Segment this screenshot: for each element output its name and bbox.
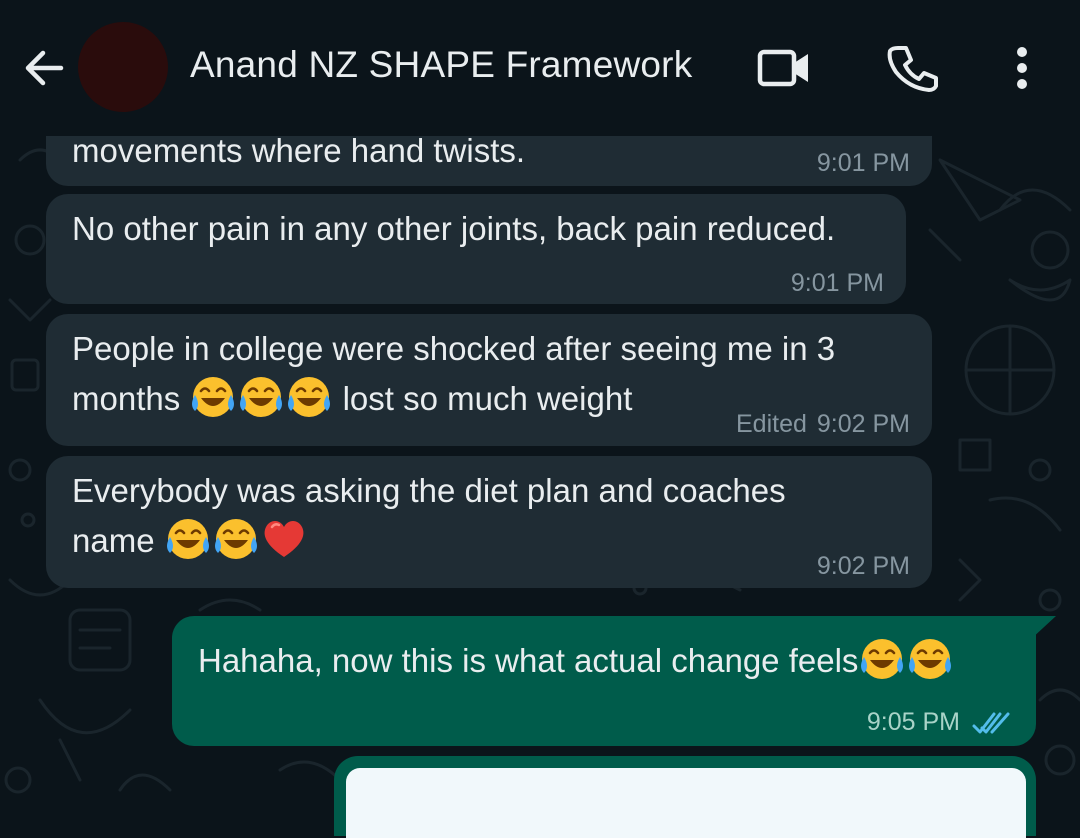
phone-icon: [887, 46, 938, 92]
message-time: 9:05 PM: [866, 708, 960, 736]
arrow-left-icon: [25, 50, 64, 86]
message-meta: 9:01 PM: [791, 269, 884, 298]
voice-call-button[interactable]: [880, 38, 944, 98]
video-call-button[interactable]: [752, 38, 816, 98]
laughing-tears-emoji-icon: [166, 519, 209, 560]
message-meta: 9:02 PM: [817, 552, 910, 581]
edited-label: Edited: [736, 410, 807, 438]
laughing-tears-emoji-icon: [214, 519, 257, 560]
read-receipt-double-check-icon: [972, 712, 1010, 733]
laughing-tears-emoji-icon: [288, 377, 331, 418]
chat-title[interactable]: Anand NZ SHAPE Framework: [190, 44, 692, 86]
media-preview[interactable]: [346, 768, 1026, 838]
message-text-line: Hahaha, now this is what actual change f…: [198, 636, 954, 686]
message-bubble-incoming[interactable]: No other pain in any other joints, back …: [46, 194, 906, 304]
message-meta: 9:05 PM: [867, 708, 1014, 737]
more-options-button[interactable]: [990, 38, 1054, 98]
red-heart-emoji-icon: [264, 521, 304, 558]
message-text-fragment: name: [72, 522, 155, 559]
laughing-tears-emoji-icon: [909, 639, 952, 680]
more-vertical-icon: [1017, 47, 1027, 89]
message-text-fragment: Hahaha, now this is what actual change f…: [198, 642, 859, 679]
chat-header: Anand NZ SHAPE Framework: [0, 0, 1080, 136]
message-text-line: People in college were shocked after see…: [72, 330, 836, 367]
message-meta: Edited 9:02 PM: [736, 410, 910, 439]
laughing-tears-emoji-icon: [240, 377, 283, 418]
avatar[interactable]: [78, 22, 168, 112]
laughing-tears-emoji-icon: [861, 639, 904, 680]
message-time: 9:02 PM: [816, 410, 910, 438]
message-bubble-incoming[interactable]: People in college were shocked after see…: [46, 314, 932, 446]
message-text-line: name: [72, 516, 308, 566]
back-button[interactable]: [16, 40, 72, 96]
message-bubble-incoming[interactable]: Everybody was asking the diet plan and c…: [46, 456, 932, 588]
message-text-fragment: lost so much weight: [342, 380, 633, 417]
laughing-tears-emoji-icon: [192, 377, 235, 418]
message-time: 9:01 PM: [790, 269, 884, 297]
message-time: 9:01 PM: [816, 149, 910, 177]
message-meta: 9:01 PM: [817, 149, 910, 178]
message-text-line: months lost so much weight: [72, 374, 632, 424]
video-camera-icon: [757, 49, 808, 87]
message-time: 9:02 PM: [816, 552, 910, 580]
message-text-fragment: months: [72, 380, 181, 417]
message-text: No other pain in any other joints, back …: [72, 210, 836, 247]
message-text-line: Everybody was asking the diet plan and c…: [72, 472, 786, 509]
message-bubble-outgoing[interactable]: Hahaha, now this is what actual change f…: [172, 616, 1036, 746]
